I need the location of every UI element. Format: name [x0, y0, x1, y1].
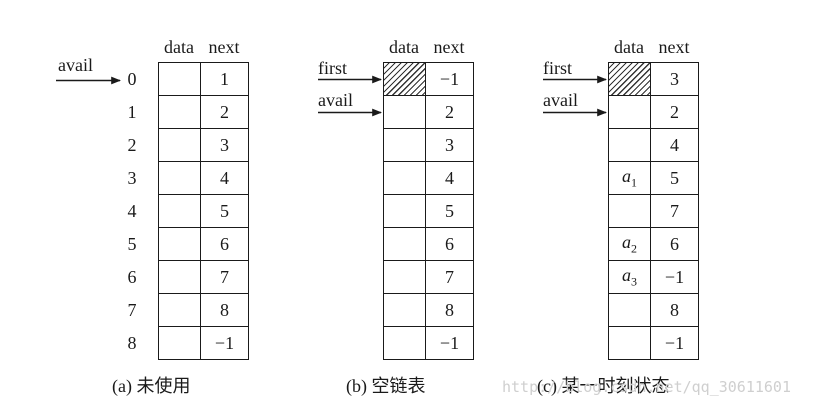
data-cell — [608, 326, 651, 360]
column-header-next: next — [433, 37, 465, 57]
row-index: 7 — [127, 299, 137, 320]
next-cell: −1 — [425, 326, 474, 360]
row-index: 1 — [127, 101, 137, 122]
pointer-label-first: first — [318, 58, 347, 78]
data-cell: a1 — [608, 161, 651, 195]
data-cell — [383, 227, 426, 261]
data-cell — [383, 95, 426, 129]
pointer-label-avail: avail — [58, 55, 93, 75]
next-cell: 7 — [650, 194, 699, 228]
next-cell: 5 — [425, 194, 474, 228]
next-cell: 6 — [650, 227, 699, 261]
next-cell: 4 — [650, 128, 699, 162]
next-cell: −1 — [650, 326, 699, 360]
data-value-subscript: 1 — [631, 175, 637, 190]
data-cell — [608, 293, 651, 327]
diagram-canvas: data next 1 0 2 1 3 2 4 3 5 4 6 5 7 6 8 7 −1 8 avail (a) 未使用 d… — [0, 0, 832, 411]
next-cell: 2 — [200, 95, 249, 129]
data-cell — [158, 95, 201, 129]
data-cell — [158, 260, 201, 294]
data-value: a1 — [622, 165, 637, 190]
pointer-label-avail: avail — [543, 90, 578, 110]
next-cell: 6 — [200, 227, 249, 261]
data-cell — [383, 260, 426, 294]
data-cell — [383, 194, 426, 228]
data-cell — [158, 326, 201, 360]
column-header-next: next — [658, 37, 690, 57]
data-cell — [383, 62, 426, 96]
data-cell: a3 — [608, 260, 651, 294]
row-index: 3 — [127, 167, 137, 188]
row-index: 4 — [127, 200, 137, 221]
next-cell: −1 — [650, 260, 699, 294]
row-index: 2 — [127, 134, 137, 155]
row-index: 8 — [127, 332, 137, 353]
next-cell: 8 — [425, 293, 474, 327]
next-cell: −1 — [425, 62, 474, 96]
data-cell — [608, 62, 651, 96]
data-value: a3 — [622, 264, 637, 289]
next-cell: 3 — [425, 128, 474, 162]
next-cell: −1 — [200, 326, 249, 360]
column-header-next: next — [208, 37, 240, 57]
data-value-subscript: 2 — [631, 241, 637, 256]
next-cell: 8 — [650, 293, 699, 327]
next-cell: 2 — [650, 95, 699, 129]
table-caption: (a) 未使用 — [112, 376, 191, 396]
next-cell: 4 — [425, 161, 474, 195]
data-cell — [158, 293, 201, 327]
next-cell: 7 — [200, 260, 249, 294]
column-header-data: data — [389, 37, 419, 57]
column-header-data: data — [614, 37, 644, 57]
watermark-text: http://blog.csdn.net/qq_30611601 — [502, 378, 791, 396]
data-value: a2 — [622, 231, 637, 256]
data-cell — [158, 161, 201, 195]
data-cell — [158, 62, 201, 96]
pointer-label-avail: avail — [318, 90, 353, 110]
data-cell — [608, 194, 651, 228]
column-header-data: data — [164, 37, 194, 57]
data-value-subscript: 3 — [631, 274, 637, 289]
next-cell: 5 — [650, 161, 699, 195]
data-cell — [608, 128, 651, 162]
data-cell — [383, 326, 426, 360]
next-cell: 5 — [200, 194, 249, 228]
data-cell: a2 — [608, 227, 651, 261]
data-cell — [383, 293, 426, 327]
next-cell: 4 — [200, 161, 249, 195]
row-index: 6 — [127, 266, 137, 287]
next-cell: 6 — [425, 227, 474, 261]
table-caption: (b) 空链表 — [346, 376, 426, 396]
data-cell — [608, 95, 651, 129]
data-cell — [383, 128, 426, 162]
next-cell: 8 — [200, 293, 249, 327]
next-cell: 3 — [650, 62, 699, 96]
row-index: 0 — [127, 68, 137, 89]
data-cell — [158, 227, 201, 261]
data-cell — [383, 161, 426, 195]
next-cell: 2 — [425, 95, 474, 129]
next-cell: 1 — [200, 62, 249, 96]
next-cell: 7 — [425, 260, 474, 294]
next-cell: 3 — [200, 128, 249, 162]
pointer-label-first: first — [543, 58, 572, 78]
row-index: 5 — [127, 233, 137, 254]
data-cell — [158, 194, 201, 228]
data-cell — [158, 128, 201, 162]
